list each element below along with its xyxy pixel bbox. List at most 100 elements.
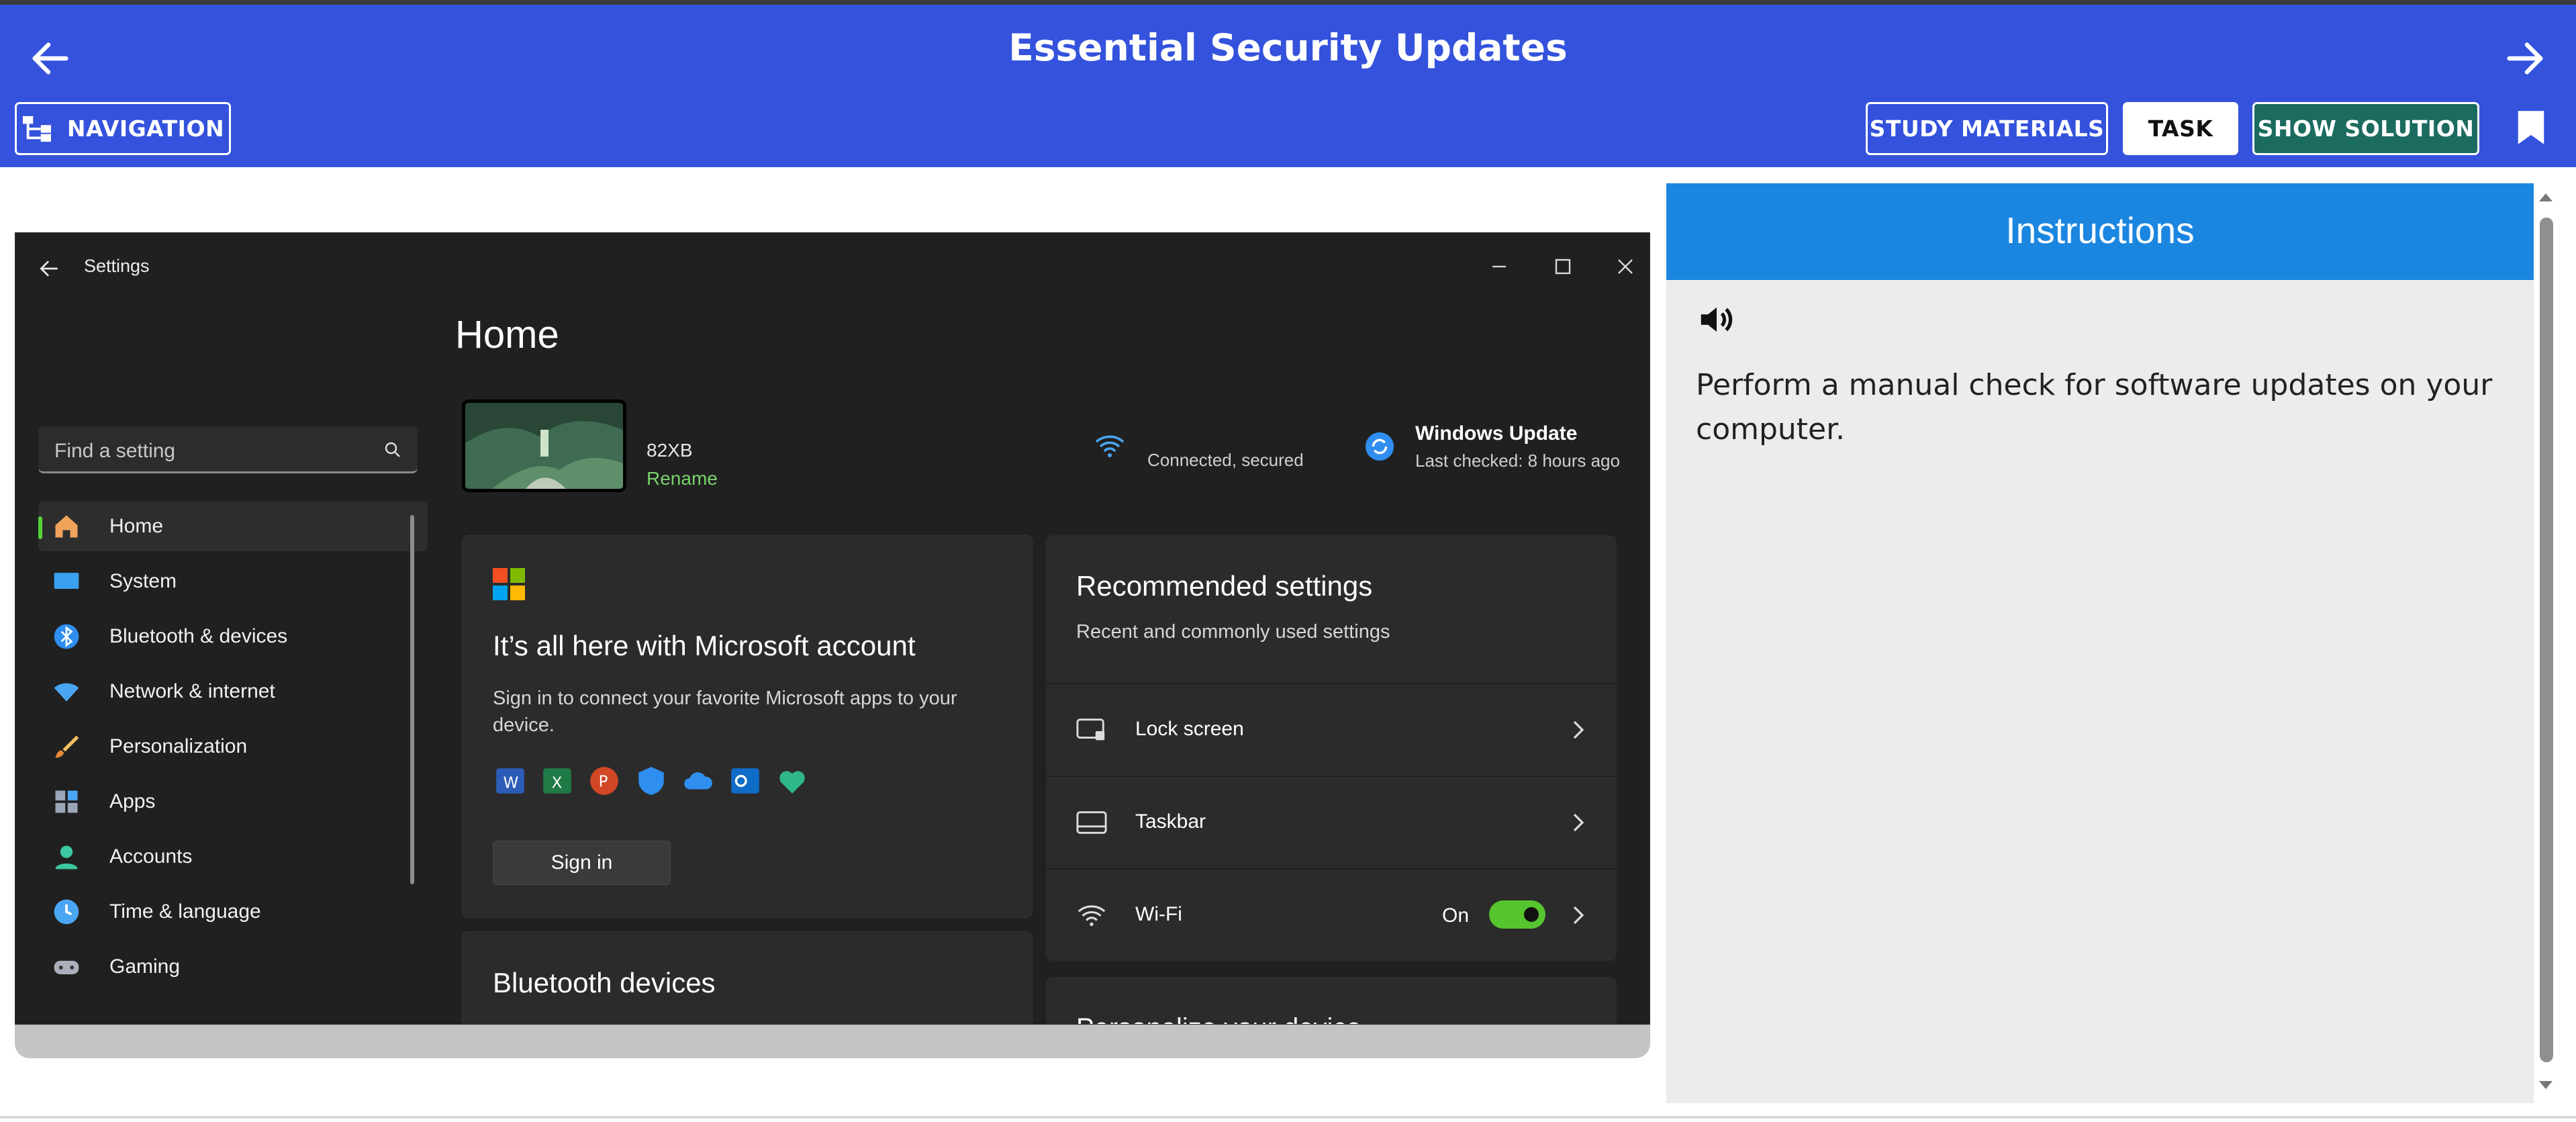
sidebar-item-label: Network & internet [109, 680, 275, 702]
svg-text:W: W [504, 774, 519, 792]
sidebar-item-system[interactable]: System [38, 557, 428, 606]
navigation-label: NAVIGATION [66, 115, 225, 142]
navigation-button[interactable]: NAVIGATION [15, 102, 231, 155]
scroll-up-icon[interactable] [2538, 189, 2554, 205]
device-wallpaper-image [462, 400, 626, 492]
recommended-row-taskbar[interactable]: Taskbar [1046, 777, 1617, 868]
sidebar-item-time-language[interactable]: Time & language [38, 887, 428, 937]
minimize-icon[interactable] [1486, 253, 1513, 280]
settings-window: Settings Find a setting Home System Blue… [15, 232, 1650, 1025]
outlook-icon [731, 768, 759, 794]
family-icon [779, 771, 805, 794]
wifi-state-text: On [1442, 904, 1470, 927]
brush-icon [55, 735, 79, 758]
ms-card-description: Sign in to connect your favorite Microso… [493, 688, 957, 736]
sidebar-item-label: Time & language [109, 900, 261, 923]
bluetooth-devices-card: Bluetooth devices [462, 931, 1033, 1024]
chevron-right-icon [1573, 720, 1584, 739]
bluetooth-card-title: Bluetooth devices [493, 967, 716, 998]
arrow-right-icon[interactable] [2501, 35, 2548, 82]
taskbar-icon [1076, 811, 1107, 834]
close-icon[interactable] [1612, 253, 1639, 280]
sidebar-item-accounts[interactable]: Accounts [38, 832, 428, 882]
taskbar-label: Taskbar [1135, 810, 1206, 833]
personalize-card-title: Personalize your device [1076, 1013, 1362, 1024]
recommended-title: Recommended settings [1076, 570, 1373, 602]
windows-update-title[interactable]: Windows Update [1415, 422, 1577, 445]
rename-link[interactable]: Rename [647, 468, 718, 489]
maximize-icon[interactable] [1549, 253, 1576, 280]
home-icon [55, 515, 78, 538]
instructions-title: Instructions [1666, 183, 2534, 280]
ms-app-icons: W X P [493, 764, 822, 798]
home-title: Home [455, 313, 559, 357]
personalize-card: Personalize your device [1046, 977, 1617, 1024]
speaker-icon[interactable] [1696, 299, 1737, 340]
sidebar-item-label: Bluetooth & devices [109, 625, 288, 647]
sidebar-item-label: Gaming [109, 955, 181, 978]
gaming-icon [54, 960, 79, 974]
sign-in-button[interactable]: Sign in [493, 841, 671, 885]
sidebar-item-home[interactable]: Home [38, 502, 428, 551]
wifi-status-icon [1095, 435, 1125, 457]
microsoft-logo-icon [493, 568, 525, 600]
bottom-divider [0, 1116, 2576, 1119]
bluetooth-icon [54, 624, 79, 649]
recommended-row-wifi[interactable]: Wi-Fi On [1046, 870, 1617, 961]
microsoft-account-card: It’s all here with Microsoft account Sig… [462, 535, 1033, 918]
time-language-icon [54, 899, 79, 925]
sidebar-item-gaming[interactable]: Gaming [38, 942, 428, 992]
instructions-text: Perform a manual check for software upda… [1696, 368, 2493, 447]
sidebar-item-label: Home [109, 515, 164, 537]
sidebar-item-label: System [109, 570, 177, 592]
windows-update-icon[interactable] [1364, 431, 1395, 462]
search-placeholder: Find a setting [54, 440, 176, 462]
lock-screen-label: Lock screen [1135, 718, 1244, 740]
recommended-settings-card: Recommended settings Recent and commonly… [1046, 535, 1617, 1005]
search-input[interactable]: Find a setting [38, 426, 418, 473]
wifi-toggle[interactable] [1489, 900, 1545, 929]
sidebar-item-personalization[interactable]: Personalization [38, 722, 428, 772]
page-title: Essential Security Updates [1008, 26, 1568, 69]
apps-icon [55, 790, 78, 813]
lock-screen-icon [1076, 718, 1105, 741]
sidebar-item-bluetooth[interactable]: Bluetooth & devices [38, 612, 428, 661]
recommended-row-lock-screen[interactable]: Lock screen [1046, 684, 1617, 776]
svg-text:P: P [599, 773, 608, 790]
wifi-label: Wi-Fi [1135, 903, 1182, 925]
excel-icon: X [543, 768, 571, 794]
panel-scrollbar-thumb[interactable] [2540, 218, 2553, 1062]
ms-card-title: It’s all here with Microsoft account [493, 630, 916, 661]
svg-text:X: X [552, 774, 563, 792]
sidebar-item-label: Personalization [109, 735, 248, 757]
window-title: Settings [84, 256, 150, 276]
task-screenshot: Settings Find a setting Home System Blue… [15, 232, 1650, 1058]
wifi-status-text: Connected, secured [1147, 450, 1304, 470]
show-solution-button[interactable]: SHOW SOLUTION [2252, 102, 2479, 155]
recommended-header: Recommended settings Recent and commonly… [1046, 535, 1617, 683]
search-icon [385, 442, 400, 457]
powerpoint-icon: P [590, 767, 618, 795]
scroll-down-icon[interactable] [2538, 1077, 2554, 1093]
network-icon [54, 683, 79, 702]
back-arrow-icon[interactable] [36, 255, 62, 282]
wifi-icon [1078, 905, 1106, 927]
sidebar-item-apps[interactable]: Apps [38, 777, 428, 827]
bookmark-icon[interactable] [2516, 109, 2546, 146]
task-button[interactable]: TASK [2123, 102, 2238, 155]
chevron-right-icon [1573, 906, 1584, 925]
system-icon [54, 573, 79, 589]
sitemap-icon [22, 115, 51, 142]
sidebar-item-label: Apps [109, 790, 156, 812]
defender-icon [638, 767, 664, 795]
instructions-panel: Instructions Perform a manual check for … [1666, 183, 2534, 1103]
recommended-subtitle: Recent and commonly used settings [1076, 621, 1390, 643]
accounts-icon [55, 845, 78, 870]
sidebar-scrollbar[interactable] [410, 515, 414, 884]
windows-update-last-checked: Last checked: 8 hours ago [1415, 451, 1620, 471]
study-materials-button[interactable]: STUDY MATERIALS [1866, 102, 2108, 155]
sidebar-item-label: Accounts [109, 845, 193, 868]
word-icon: W [496, 768, 524, 794]
top-bar: Essential Security Updates NAVIGATION ST… [0, 0, 2576, 167]
sidebar-item-network[interactable]: Network & internet [38, 667, 428, 716]
